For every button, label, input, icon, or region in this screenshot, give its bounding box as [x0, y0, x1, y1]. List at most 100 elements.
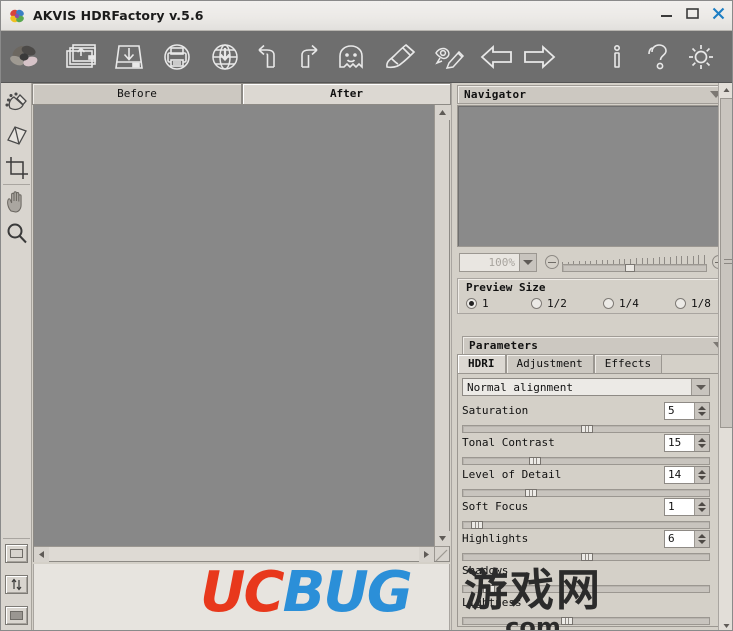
parameters-tabs: HDRI Adjustment Effects — [457, 354, 729, 373]
preview-size-option-quarter[interactable]: 1/4 — [603, 297, 639, 310]
canvas-horizontal-scrollbar[interactable] — [34, 546, 434, 561]
stepper-arrows-icon[interactable] — [694, 467, 709, 483]
navigator-preview[interactable] — [457, 105, 729, 247]
save-disk-icon[interactable] — [111, 39, 147, 75]
param-label: Saturation — [462, 404, 528, 417]
preview-size-title: Preview Size — [466, 281, 545, 294]
lightness-slider[interactable] — [462, 617, 710, 625]
application-window: AKVIS HDRFactory v.5.6 — [0, 0, 733, 631]
tool-eraser[interactable] — [1, 120, 32, 152]
zoom-tick-marks — [562, 255, 707, 264]
param-label: Shadows — [462, 564, 508, 577]
tonal-contrast-slider[interactable] — [462, 457, 710, 465]
chevron-down-icon[interactable] — [519, 254, 536, 271]
parameters-title: Parameters — [469, 339, 538, 352]
globe-download-icon[interactable] — [207, 39, 243, 75]
param-label: Highlights — [462, 532, 528, 545]
level-of-detail-spinner[interactable]: 14 — [664, 466, 710, 484]
tab-before[interactable]: Before — [32, 83, 242, 105]
scroll-left-button[interactable] — [34, 547, 49, 562]
parameters-body: Normal alignment Saturation 5 Tonal Cont… — [457, 373, 729, 627]
radio-icon[interactable] — [603, 298, 614, 309]
foreground-color-swatch[interactable] — [5, 606, 28, 625]
parameters-panel-header[interactable]: Parameters — [462, 336, 733, 355]
slider-knob[interactable] — [529, 457, 541, 465]
slider-knob[interactable] — [525, 489, 537, 497]
param-label: Tonal Contrast — [462, 436, 555, 449]
soft-focus-slider[interactable] — [462, 521, 710, 529]
tab-hdri[interactable]: HDRI — [457, 354, 506, 373]
redo-arrow-icon[interactable] — [291, 39, 327, 75]
stepper-arrows-icon[interactable] — [694, 403, 709, 419]
tool-hand[interactable] — [1, 186, 32, 218]
minimize-button[interactable] — [658, 5, 675, 22]
soft-focus-spinner[interactable]: 1 — [664, 498, 710, 516]
shadows-slider[interactable] — [462, 585, 710, 593]
preview-size-option-half[interactable]: 1/2 — [531, 297, 567, 310]
radio-icon[interactable] — [531, 298, 542, 309]
slider-knob[interactable] — [581, 425, 593, 433]
slider-knob[interactable] — [471, 521, 483, 529]
slider-knob[interactable] — [581, 553, 593, 561]
alignment-mode-combo[interactable]: Normal alignment — [462, 378, 710, 396]
close-button[interactable] — [710, 5, 727, 22]
zoom-slider[interactable] — [562, 264, 707, 272]
swap-colors-button[interactable] — [5, 575, 28, 594]
printer-icon[interactable] — [159, 39, 195, 75]
scroll-up-button[interactable] — [719, 83, 733, 96]
gear-icon[interactable] — [683, 39, 719, 75]
slider-knob[interactable] — [561, 617, 573, 625]
tool-strip — [1, 83, 32, 631]
preview-size-label: 1/8 — [691, 297, 711, 310]
chevron-down-icon[interactable] — [691, 379, 709, 395]
arrow-left-icon[interactable] — [479, 39, 515, 75]
param-label: Level of Detail — [462, 468, 561, 481]
canvas-resize-corner[interactable] — [434, 546, 449, 561]
tab-effects[interactable]: Effects — [594, 354, 662, 373]
eye-pencil-icon[interactable] — [431, 39, 467, 75]
tonal-contrast-spinner[interactable]: 15 — [664, 434, 710, 452]
stepper-arrows-icon[interactable] — [694, 435, 709, 451]
slider-knob[interactable] — [483, 585, 495, 593]
ghost-icon[interactable] — [333, 39, 369, 75]
zoom-out-button[interactable] — [545, 255, 559, 269]
saturation-spinner[interactable]: 5 — [664, 402, 710, 420]
question-mark-icon[interactable] — [641, 39, 677, 75]
open-folder-icon[interactable] — [63, 39, 99, 75]
highlights-spinner[interactable]: 6 — [664, 530, 710, 548]
right-panel-scrollbar[interactable] — [718, 83, 733, 631]
tab-after[interactable]: After — [242, 83, 451, 105]
alignment-mode-value: Normal alignment — [463, 381, 691, 394]
tab-adjustment[interactable]: Adjustment — [506, 354, 594, 373]
scroll-down-button[interactable] — [719, 619, 733, 631]
radio-icon[interactable] — [675, 298, 686, 309]
zoom-level-combo[interactable]: 100% — [459, 253, 537, 272]
tonal-contrast-value: 15 — [665, 435, 694, 451]
level-of-detail-slider[interactable] — [462, 489, 710, 497]
preview-size-option-eighth[interactable]: 1/8 — [675, 297, 711, 310]
main-toolbar — [1, 31, 733, 83]
maximize-button[interactable] — [684, 5, 701, 22]
stepper-arrows-icon[interactable] — [694, 531, 709, 547]
info-icon[interactable] — [599, 39, 635, 75]
background-color-swatch[interactable] — [5, 544, 28, 563]
saturation-slider[interactable] — [462, 425, 710, 433]
tool-zoom[interactable] — [1, 218, 32, 250]
preview-size-option-1[interactable]: 1 — [466, 297, 489, 310]
navigator-panel-header[interactable]: Navigator — [457, 85, 731, 104]
zoom-slider-knob[interactable] — [625, 264, 635, 272]
tool-crop[interactable] — [1, 152, 32, 184]
arrow-right-icon[interactable] — [521, 39, 557, 75]
undo-arrow-icon[interactable] — [249, 39, 285, 75]
scroll-right-button[interactable] — [419, 547, 434, 562]
scroll-down-button[interactable] — [435, 531, 450, 546]
stepper-arrows-icon[interactable] — [694, 499, 709, 515]
brush-icon[interactable] — [383, 39, 419, 75]
image-canvas[interactable] — [34, 105, 434, 546]
scrollbar-thumb[interactable] — [720, 98, 733, 428]
canvas-vertical-scrollbar[interactable] — [434, 105, 449, 546]
tool-smudge[interactable] — [1, 88, 32, 120]
highlights-slider[interactable] — [462, 553, 710, 561]
scroll-up-button[interactable] — [435, 105, 450, 120]
radio-icon[interactable] — [466, 298, 477, 309]
